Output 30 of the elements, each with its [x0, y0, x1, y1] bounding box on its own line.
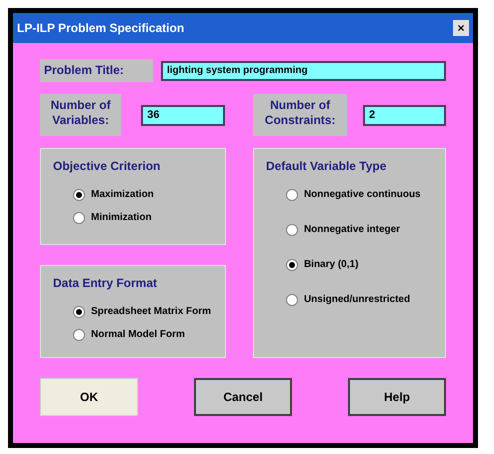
radio-label: Binary (0,1) — [304, 258, 358, 272]
group-title: Default Variable Type — [266, 158, 388, 175]
field-label: Number of Variables: — [40, 94, 122, 136]
radio-button[interactable] — [286, 258, 298, 270]
field-label: Problem Title: — [40, 59, 153, 82]
radio-button[interactable] — [73, 306, 85, 318]
field-label: Number of Constraints: — [253, 94, 347, 136]
radio-button[interactable] — [73, 328, 85, 340]
radio-button[interactable] — [286, 188, 298, 200]
title-field[interactable]: lighting system programming — [161, 60, 446, 80]
radio-label: Minimization — [91, 211, 152, 225]
radio-label: Spreadsheet Matrix Form — [91, 305, 212, 319]
radio-label: Nonnegative integer — [304, 223, 400, 237]
radio-label: Unsigned/unrestricted — [304, 293, 410, 307]
dialog-button[interactable]: Cancel — [194, 378, 292, 416]
radio-label: Normal Model Form — [91, 328, 185, 342]
radio-button[interactable] — [73, 188, 85, 200]
window-title: LP-ILP Problem Specification — [17, 20, 184, 37]
group-title: Objective Criterion — [53, 158, 162, 175]
radio-label: Nonnegative continuous — [304, 188, 421, 202]
variables-field[interactable]: 36 — [141, 104, 226, 126]
constraints-field[interactable]: 2 — [363, 104, 446, 126]
radio-label: Maximization — [91, 188, 154, 202]
radio-button[interactable] — [286, 224, 298, 236]
radio-button[interactable] — [73, 212, 85, 224]
radio-button[interactable] — [286, 294, 298, 306]
group-title: Data Entry Format — [53, 275, 158, 292]
close-button[interactable]: × — [453, 20, 469, 36]
dialog-button[interactable]: Help — [348, 378, 446, 416]
dialog-button[interactable]: OK — [40, 378, 138, 416]
